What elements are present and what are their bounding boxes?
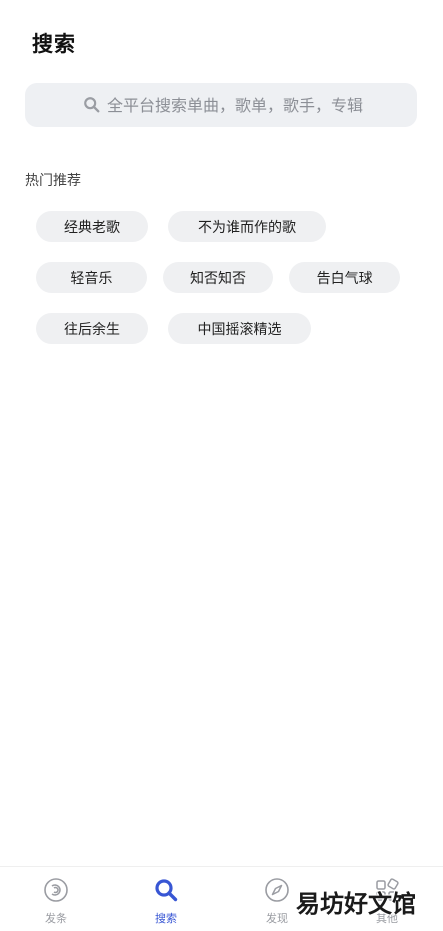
hot-tag-chip[interactable]: 轻音乐 (36, 262, 147, 293)
hot-tag-chip[interactable]: 往后余生 (36, 313, 148, 344)
tab-fatiao[interactable]: 发条 (26, 873, 86, 928)
search-page: 搜索 热门推荐 经典老歌 不为谁而作的歌 轻音乐 知否知否 告白气球 往后余生 … (0, 0, 443, 931)
hot-tags-row: 经典老歌 不为谁而作的歌 (36, 211, 416, 242)
search-icon (155, 879, 178, 902)
tab-label: 发条 (45, 912, 67, 925)
page-title: 搜索 (32, 32, 76, 56)
search-icon (84, 97, 100, 113)
hot-tag-chip[interactable]: 经典老歌 (36, 211, 148, 242)
hot-tags-row: 往后余生 中国摇滚精选 (36, 313, 416, 344)
search-input[interactable] (107, 83, 407, 127)
search-bar[interactable] (25, 83, 417, 127)
hot-tags-row: 轻音乐 知否知否 告白气球 (36, 262, 416, 293)
watermark: 易坊好文馆 (296, 890, 416, 918)
tab-label: 搜索 (155, 912, 177, 925)
hot-tag-chip[interactable]: 知否知否 (162, 262, 274, 293)
hot-tag-chip[interactable]: 告白气球 (289, 262, 401, 293)
compass-icon (265, 878, 289, 902)
hot-tag-chip[interactable]: 中国摇滚精选 (168, 313, 311, 344)
disc-icon (44, 878, 68, 902)
hot-tag-chip[interactable]: 不为谁而作的歌 (168, 211, 326, 242)
tab-search[interactable]: 搜索 (136, 873, 196, 928)
tab-label: 发现 (266, 912, 288, 925)
hot-recommend-label: 热门推荐 (25, 173, 81, 189)
hot-tags: 经典老歌 不为谁而作的歌 轻音乐 知否知否 告白气球 往后余生 中国摇滚精选 (36, 211, 416, 364)
